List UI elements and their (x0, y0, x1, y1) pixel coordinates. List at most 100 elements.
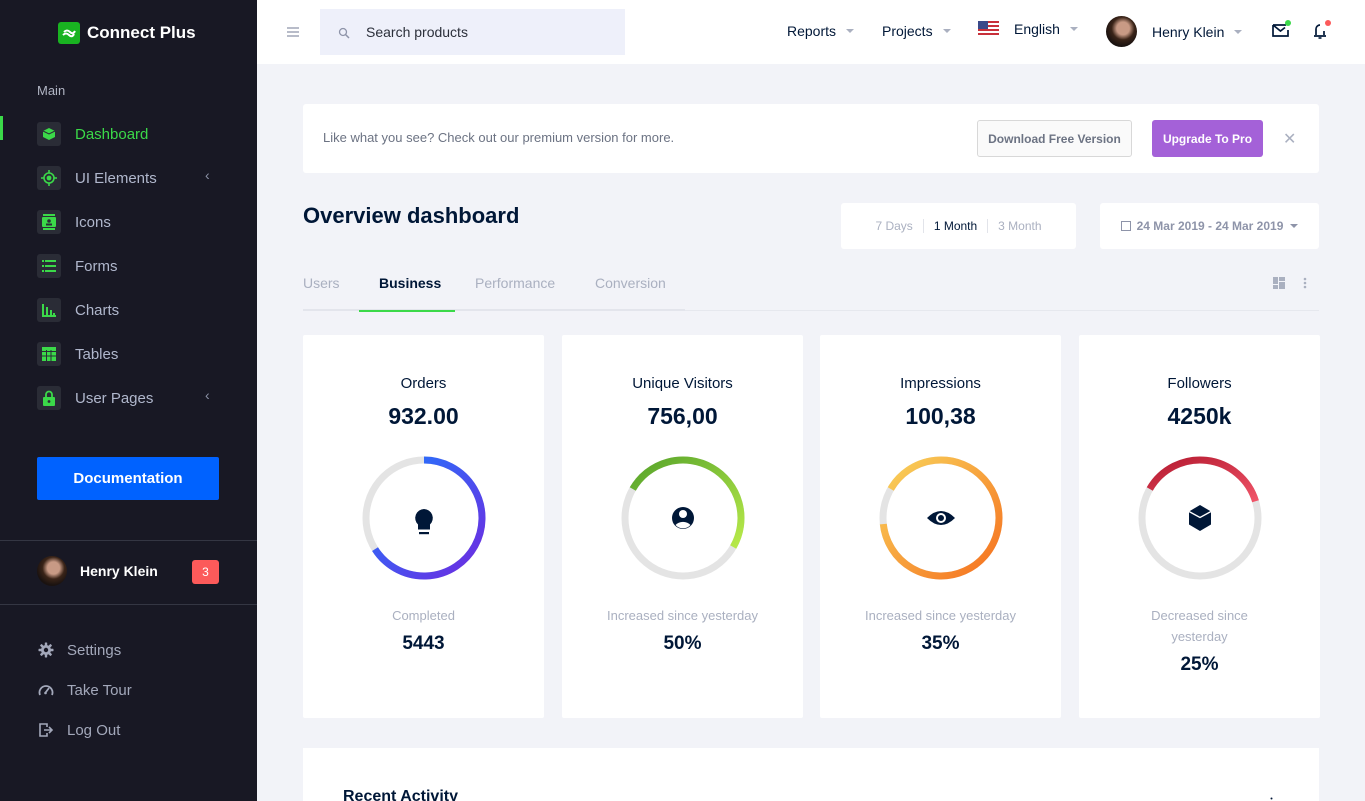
bell-status-dot (1325, 20, 1331, 26)
caret-down-icon (942, 29, 951, 33)
gear-icon (37, 641, 55, 659)
nav-category-main: Main (37, 83, 66, 98)
brand[interactable]: Connect Plus (58, 22, 196, 44)
card-stat: 35% (921, 633, 960, 654)
range-1-month[interactable]: 1 Month (924, 219, 987, 233)
card-stat: 50% (663, 633, 702, 654)
top-header: Reports Projects English Henry Klein (257, 0, 1365, 64)
settings-label: Settings (67, 641, 122, 659)
progress-ring (1138, 456, 1262, 580)
language-dropdown[interactable]: English (978, 21, 1078, 37)
speedometer-icon (37, 681, 55, 699)
recent-activity-card: Recent Activity (303, 748, 1319, 801)
view-dashboard-icon[interactable] (1273, 276, 1285, 289)
reports-dropdown[interactable]: Reports (787, 23, 855, 39)
list-icon (37, 254, 61, 278)
sidebar-profile[interactable]: Henry Klein 3 (37, 556, 219, 586)
lightbulb-icon (415, 509, 433, 535)
sidebar-item-forms[interactable]: Forms (0, 244, 257, 288)
sidebar-item-label: Dashboard (75, 125, 149, 143)
crosshairs-icon (37, 166, 61, 190)
user-name-label: Henry Klein (1152, 23, 1225, 40)
card-stat: 5443 (402, 633, 445, 654)
mail-icon[interactable] (1272, 20, 1291, 40)
sidebar-item-icons[interactable]: Icons (0, 200, 257, 244)
range-3-month[interactable]: 3 Month (988, 219, 1051, 233)
progress-ring (879, 456, 1003, 580)
range-7-days[interactable]: 7 Days (865, 219, 922, 233)
hamburger-menu-icon[interactable] (287, 24, 301, 38)
caret-down-icon (1069, 27, 1078, 31)
card-subtitle: Increased since yesterday (864, 608, 1017, 623)
stat-card-orders: Orders 932.00 Completed 5443 (303, 335, 544, 718)
avatar (1106, 16, 1137, 47)
card-title: Unique Visitors (632, 375, 733, 392)
projects-label: Projects (882, 23, 933, 39)
projects-dropdown[interactable]: Projects (882, 23, 951, 39)
sidebar-item-label: Forms (75, 257, 118, 275)
mail-status-dot (1285, 20, 1291, 26)
take-tour-label: Take Tour (67, 681, 132, 699)
tab-performance[interactable]: Performance (475, 275, 555, 291)
stat-card-impressions: Impressions 100,38 Increased since yeste… (820, 335, 1061, 718)
notification-badge: 3 (192, 560, 219, 584)
more-vertical-icon[interactable] (1303, 276, 1307, 289)
sidebar-divider (0, 604, 257, 605)
lock-icon (37, 386, 61, 410)
language-label: English (1014, 21, 1060, 37)
tab-business[interactable]: Business (379, 275, 441, 291)
sidebar-bottom-links: Settings Take Tour Log Out (37, 630, 132, 750)
stat-card-unique-visitors: Unique Visitors 756,00 Increased since y… (562, 335, 803, 718)
card-value: 4250k (1167, 403, 1232, 429)
card-subtitle: Completed (392, 608, 455, 623)
tab-conversion[interactable]: Conversion (595, 275, 666, 291)
search-input[interactable] (366, 24, 606, 40)
sidebar-item-dashboard[interactable]: Dashboard (0, 112, 257, 156)
account-circle-icon (672, 507, 694, 529)
bar-chart-icon (37, 298, 61, 322)
sidebar-item-user-pages[interactable]: User Pages ‹ (0, 376, 257, 420)
more-vertical-icon[interactable] (1270, 794, 1273, 801)
card-value: 100,38 (905, 403, 976, 429)
close-icon[interactable]: ✕ (1283, 129, 1296, 149)
tab-users[interactable]: Users (303, 275, 340, 291)
log-out-label: Log Out (67, 721, 121, 739)
upgrade-to-pro-button[interactable]: Upgrade To Pro (1152, 120, 1263, 157)
sidebar: Connect Plus Main Dashboard UI Elements … (0, 0, 257, 801)
search-bar (320, 9, 625, 55)
download-free-version-button[interactable]: Download Free Version (977, 120, 1132, 157)
card-value: 932.00 (388, 403, 459, 429)
card-subtitle: Decreased since yesterday (1151, 608, 1248, 644)
card-value: 756,00 (647, 403, 718, 429)
user-dropdown[interactable]: Henry Klein (1106, 16, 1243, 47)
promo-banner: Like what you see? Check out our premium… (303, 104, 1319, 173)
settings-link[interactable]: Settings (37, 630, 132, 670)
calendar-icon (1120, 221, 1131, 231)
recent-activity-title: Recent Activity (343, 788, 458, 801)
bell-icon[interactable] (1312, 20, 1331, 40)
cube-icon (37, 122, 61, 146)
card-title: Impressions (900, 375, 981, 392)
contacts-icon (37, 210, 61, 234)
reports-label: Reports (787, 23, 837, 39)
progress-ring (621, 456, 745, 580)
sidebar-item-charts[interactable]: Charts (0, 288, 257, 332)
profile-name: Henry Klein (80, 563, 158, 579)
sidebar-item-tables[interactable]: Tables (0, 332, 257, 376)
brand-name: Connect Plus (87, 23, 196, 42)
eye-icon (927, 511, 955, 525)
chevron-left-icon: ‹ (205, 387, 210, 403)
cube-icon (1188, 505, 1212, 531)
sidebar-nav: Dashboard UI Elements ‹ Icons Forms Char… (0, 114, 257, 420)
date-range-picker[interactable]: 24 Mar 2019 - 24 Mar 2019 (1100, 203, 1319, 249)
card-stat: 25% (1180, 654, 1219, 675)
caret-down-icon (846, 29, 855, 33)
documentation-button[interactable]: Documentation (37, 457, 219, 500)
take-tour-link[interactable]: Take Tour (37, 670, 132, 710)
active-tab-indicator (359, 310, 455, 312)
progress-ring (362, 456, 486, 580)
log-out-link[interactable]: Log Out (37, 710, 132, 750)
date-range-text: 24 Mar 2019 - 24 Mar 2019 (1136, 219, 1284, 233)
sidebar-item-ui-elements[interactable]: UI Elements ‹ (0, 156, 257, 200)
sidebar-item-label: Tables (75, 345, 119, 363)
